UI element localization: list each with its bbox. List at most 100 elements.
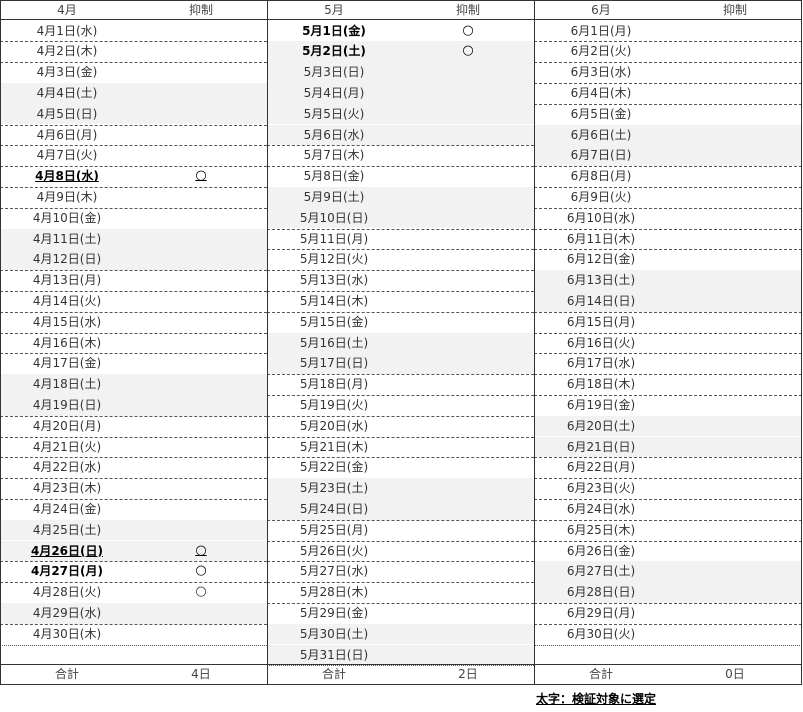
date-cell: 6月18日(木) <box>566 377 636 392</box>
date-cell: 5月22日(金) <box>299 460 369 475</box>
grid-line <box>0 19 802 20</box>
total-value: 2日 <box>458 667 478 682</box>
date-cell: 5月8日(金) <box>303 169 365 184</box>
date-cell: 5月17日(日) <box>299 356 369 371</box>
date-cell: 5月9日(土) <box>303 189 365 204</box>
date-cell: 6月8日(月) <box>570 169 632 184</box>
date-cell: 6月6日(土) <box>570 127 632 142</box>
date-cell: 6月29日(月) <box>566 605 636 620</box>
grid-line <box>0 663 802 665</box>
date-cell: 6月17日(水) <box>566 356 636 371</box>
date-cell: 6月28日(日) <box>566 585 636 600</box>
date-cell: 4月28日(火) <box>32 585 102 600</box>
suppression-mark: ○ <box>462 43 474 59</box>
date-cell: 4月25日(土) <box>32 522 102 537</box>
date-cell: 4月5日(日) <box>36 106 98 121</box>
date-cell: 6月12日(金) <box>566 252 636 267</box>
total-label: 合計 <box>54 667 79 682</box>
date-cell: 4月14日(火) <box>32 293 102 308</box>
date-cell: 6月13日(土) <box>566 273 636 288</box>
date-cell: 4月9日(木) <box>36 189 98 204</box>
date-cell: 5月21日(木) <box>299 439 369 454</box>
total-value: 0日 <box>725 667 745 682</box>
date-cell: 4月1日(水) <box>36 23 98 38</box>
date-cell: 4月23日(木) <box>32 481 102 496</box>
date-cell: 6月11日(木) <box>566 231 636 246</box>
date-cell: 5月31日(日) <box>299 647 369 662</box>
date-cell: 6月10日(水) <box>566 210 636 225</box>
date-cell: 4月29日(水) <box>32 605 102 620</box>
date-cell: 6月16日(火) <box>566 335 636 350</box>
date-cell: 5月23日(土) <box>299 481 369 496</box>
date-cell: 6月21日(日) <box>566 439 636 454</box>
date-cell: 5月6日(水) <box>303 127 365 142</box>
suppression-mark: ○ <box>195 168 207 184</box>
date-cell: 4月11日(土) <box>32 231 102 246</box>
suppression-mark: ○ <box>195 563 207 579</box>
suppression-mark: ○ <box>195 542 207 558</box>
date-cell: 5月28日(木) <box>299 585 369 600</box>
total-value: 4日 <box>191 667 211 682</box>
date-cell: 5月30日(土) <box>299 626 369 641</box>
date-cell: 6月9日(火) <box>570 189 632 204</box>
date-cell: 4月26日(日) <box>30 543 104 558</box>
date-cell: 4月13日(月) <box>32 273 102 288</box>
suppression-mark: ○ <box>462 22 474 38</box>
date-cell: 4月20日(月) <box>32 418 102 433</box>
date-cell: 6月7日(日) <box>570 148 632 163</box>
date-cell: 6月22日(月) <box>566 460 636 475</box>
date-cell: 5月26日(火) <box>299 543 369 558</box>
column-border <box>534 0 535 685</box>
date-cell: 6月14日(日) <box>566 293 636 308</box>
date-cell: 6月3日(水) <box>570 65 632 80</box>
date-cell: 4月15日(水) <box>32 314 102 329</box>
date-cell: 5月3日(日) <box>303 65 365 80</box>
date-cell: 4月2日(木) <box>36 44 98 59</box>
date-cell: 5月29日(金) <box>299 605 369 620</box>
legend-note: 太字：検証対象に選定 <box>536 692 657 706</box>
date-cell: 6月2日(火) <box>570 44 632 59</box>
suppression-header: 抑制 <box>722 3 747 17</box>
date-cell: 5月25日(月) <box>299 522 369 537</box>
date-cell: 6月26日(金) <box>566 543 636 558</box>
date-cell: 6月15日(月) <box>566 314 636 329</box>
date-cell: 6月24日(水) <box>566 501 636 516</box>
date-cell: 5月1日(金) <box>302 23 366 38</box>
date-cell: 5月20日(水) <box>299 418 369 433</box>
date-cell: 4月17日(金) <box>32 356 102 371</box>
date-cell: 4月8日(水) <box>35 169 99 184</box>
total-label: 合計 <box>588 667 613 682</box>
date-cell: 6月4日(木) <box>570 85 632 100</box>
date-cell: 4月3日(金) <box>36 65 98 80</box>
month-header: 4月 <box>57 3 77 17</box>
date-cell: 4月27日(月) <box>30 564 104 579</box>
date-cell: 4月18日(土) <box>32 377 102 392</box>
date-cell: 5月11日(月) <box>299 231 369 246</box>
column-border <box>0 0 1 685</box>
date-cell: 5月12日(火) <box>299 252 369 267</box>
date-cell: 4月21日(火) <box>32 439 102 454</box>
date-cell: 4月16日(木) <box>32 335 102 350</box>
column-border <box>267 0 268 685</box>
total-label: 合計 <box>321 667 346 682</box>
date-cell: 4月30日(木) <box>32 626 102 641</box>
date-cell: 6月1日(月) <box>570 23 632 38</box>
date-cell: 6月27日(土) <box>566 564 636 579</box>
date-cell: 5月4日(月) <box>303 85 365 100</box>
date-cell: 6月19日(金) <box>566 397 636 412</box>
date-cell: 4月4日(土) <box>36 85 98 100</box>
date-cell: 5月10日(日) <box>299 210 369 225</box>
date-cell: 5月7日(木) <box>303 148 365 163</box>
suppression-header: 抑制 <box>188 3 213 17</box>
date-cell: 4月10日(金) <box>32 210 102 225</box>
date-cell: 6月30日(火) <box>566 626 636 641</box>
date-cell: 4月22日(水) <box>32 460 102 475</box>
date-cell: 5月13日(水) <box>299 273 369 288</box>
date-cell: 6月23日(火) <box>566 481 636 496</box>
date-cell: 5月5日(火) <box>303 106 365 121</box>
suppression-mark: ○ <box>195 584 207 600</box>
month-header: 5月 <box>324 3 344 17</box>
date-cell: 5月18日(月) <box>299 377 369 392</box>
suppression-header: 抑制 <box>455 3 480 17</box>
date-cell: 4月6日(月) <box>36 127 98 142</box>
